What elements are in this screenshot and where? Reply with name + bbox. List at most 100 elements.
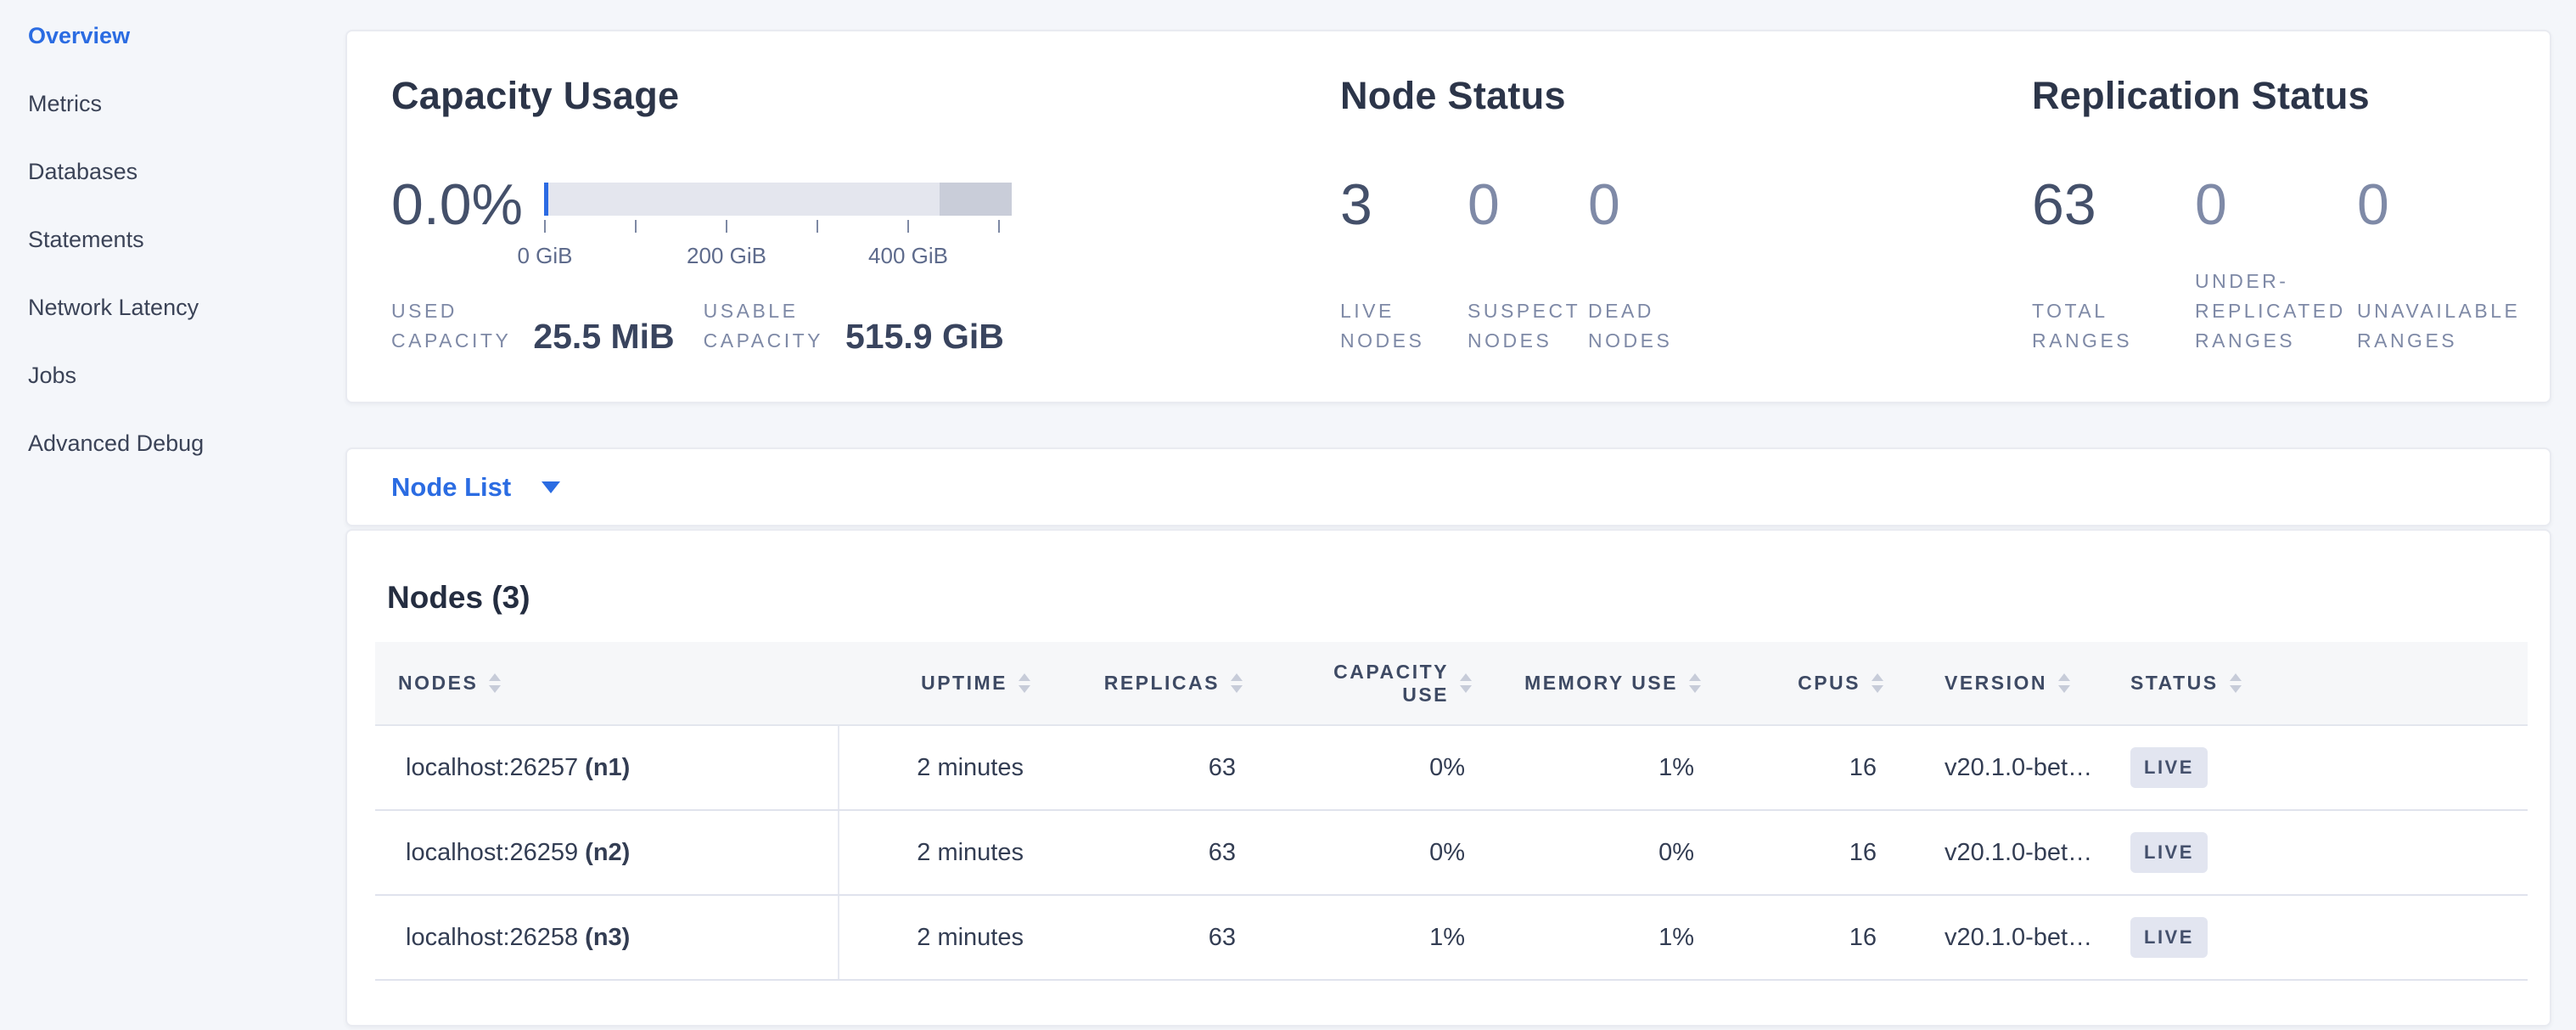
node-address: localhost:26259	[406, 839, 578, 867]
replication-status-stats: 63 TOTAL RANGES 0 UNDER- REPLICATED RANG…	[2032, 176, 2520, 356]
status-cell: LIVE	[2107, 747, 2528, 788]
memory-use-cell: 1%	[1496, 754, 1725, 782]
capacity-axis: 0 GiB 200 GiB 400 GiB	[544, 220, 1012, 288]
version-cell: v20.1.0-bet…	[1907, 754, 2107, 782]
axis-tick	[635, 220, 637, 233]
sort-icon	[1460, 673, 1472, 693]
suspect-nodes-label: SUSPECT NODES	[1468, 296, 1588, 356]
capacity-use-cell: 0%	[1266, 754, 1496, 782]
dead-nodes-label: DEAD NODES	[1588, 296, 1672, 356]
column-label: VERSION	[1945, 672, 2047, 695]
sidebar-item-overview[interactable]: Overview	[0, 2, 345, 70]
capacity-bar-reserved-segment	[940, 183, 1012, 216]
unavailable-ranges-stat: 0 UNAVAILABLE RANGES	[2357, 176, 2520, 356]
version-cell: v20.1.0-bet…	[1907, 924, 2107, 952]
node-list-dropdown[interactable]: Node List	[391, 472, 511, 503]
sidebar: Overview Metrics Databases Statements Ne…	[0, 0, 345, 1030]
node-address-cell[interactable]: localhost:26258 (n3)	[375, 896, 839, 979]
column-header-status[interactable]: STATUS	[2107, 672, 2528, 695]
cpus-cell: 16	[1725, 924, 1907, 952]
axis-tick	[998, 220, 1000, 233]
total-ranges-label: TOTAL RANGES	[2032, 296, 2195, 356]
uptime-cell: 2 minutes	[839, 839, 1054, 867]
chevron-down-icon[interactable]	[542, 481, 560, 493]
sidebar-item-databases[interactable]: Databases	[0, 138, 345, 205]
axis-tick	[544, 220, 546, 233]
replication-status-title: Replication Status	[2032, 74, 2370, 118]
column-header-replicas[interactable]: REPLICAS	[1054, 672, 1266, 695]
sort-icon	[489, 673, 501, 693]
column-header-nodes[interactable]: NODES	[375, 672, 839, 695]
usable-capacity-label: USABLE CAPACITY	[704, 296, 823, 356]
sort-icon	[2058, 673, 2070, 693]
cpus-cell: 16	[1725, 839, 1907, 867]
version-cell: v20.1.0-bet…	[1907, 839, 2107, 867]
nodes-table-header: NODES UPTIME REPLICAS CAPACITY USE MEMOR…	[375, 642, 2528, 726]
table-row-node-1[interactable]: localhost:26257 (n1) 2 minutes 63 0% 1% …	[375, 726, 2528, 811]
live-nodes-value: 3	[1340, 176, 1468, 234]
used-capacity-label: USED CAPACITY	[391, 296, 511, 356]
axis-tick	[907, 220, 909, 233]
table-row-node-3[interactable]: localhost:26258 (n3) 2 minutes 63 1% 1% …	[375, 896, 2528, 981]
used-capacity-value: 25.5 MiB	[533, 317, 674, 356]
replicas-cell: 63	[1054, 754, 1266, 782]
total-ranges-value: 63	[2032, 176, 2195, 234]
node-id: (n1)	[585, 754, 630, 782]
unavailable-ranges-value: 0	[2357, 176, 2520, 234]
column-header-cpus[interactable]: CPUS	[1725, 672, 1907, 695]
sidebar-item-statements[interactable]: Statements	[0, 205, 345, 273]
node-address-cell[interactable]: localhost:26257 (n1)	[375, 726, 839, 809]
total-ranges-stat: 63 TOTAL RANGES	[2032, 176, 2195, 356]
memory-use-cell: 0%	[1496, 839, 1725, 867]
sort-icon	[1689, 673, 1701, 693]
capacity-usage-bar	[544, 183, 1012, 216]
node-status-title: Node Status	[1340, 74, 1566, 118]
status-badge: LIVE	[2130, 747, 2208, 788]
node-address: localhost:26257	[406, 754, 578, 782]
nodes-table: NODES UPTIME REPLICAS CAPACITY USE MEMOR…	[375, 642, 2528, 981]
axis-tick	[726, 220, 727, 233]
column-header-uptime[interactable]: UPTIME	[839, 672, 1054, 695]
live-nodes-stat: 3 LIVE NODES	[1340, 176, 1468, 356]
nodes-count-title: Nodes (3)	[387, 580, 530, 616]
uptime-cell: 2 minutes	[839, 754, 1054, 782]
replicas-cell: 63	[1054, 924, 1266, 952]
memory-use-cell: 1%	[1496, 924, 1725, 952]
sidebar-item-metrics[interactable]: Metrics	[0, 70, 345, 138]
column-label: NODES	[398, 672, 478, 695]
status-badge: LIVE	[2130, 832, 2208, 873]
sidebar-item-network-latency[interactable]: Network Latency	[0, 273, 345, 341]
sidebar-item-jobs[interactable]: Jobs	[0, 341, 345, 409]
axis-tick-label: 0 GiB	[517, 243, 572, 269]
capacity-stats: USED CAPACITY 25.5 MiB USABLE CAPACITY 5…	[391, 296, 1004, 356]
capacity-usage-title: Capacity Usage	[391, 74, 679, 118]
column-label: UPTIME	[921, 672, 1007, 695]
suspect-nodes-stat: 0 SUSPECT NODES	[1468, 176, 1588, 356]
column-label: STATUS	[2130, 672, 2219, 695]
column-label: REPLICAS	[1104, 672, 1220, 695]
node-id: (n2)	[585, 839, 630, 867]
nodes-table-card: Nodes (3) NODES UPTIME REPLICAS CAPACITY…	[345, 529, 2551, 1027]
view-selector-card: Node List	[345, 447, 2551, 526]
axis-tick-label: 200 GiB	[687, 243, 766, 269]
column-header-capacity-use[interactable]: CAPACITY USE	[1266, 661, 1496, 706]
column-header-memory-use[interactable]: MEMORY USE	[1496, 672, 1725, 695]
axis-tick-label: 400 GiB	[868, 243, 948, 269]
status-cell: LIVE	[2107, 832, 2528, 873]
sidebar-item-advanced-debug[interactable]: Advanced Debug	[0, 409, 345, 477]
node-address: localhost:26258	[406, 924, 578, 952]
table-row-node-2[interactable]: localhost:26259 (n2) 2 minutes 63 0% 0% …	[375, 811, 2528, 896]
node-address-cell[interactable]: localhost:26259 (n2)	[375, 811, 839, 894]
suspect-nodes-value: 0	[1468, 176, 1588, 234]
status-cell: LIVE	[2107, 917, 2528, 958]
cluster-summary-card: Capacity Usage 0.0% 0 GiB 200 GiB 400 Gi…	[345, 30, 2551, 403]
under-replicated-value: 0	[2195, 176, 2357, 234]
sort-icon	[2230, 673, 2242, 693]
uptime-cell: 2 minutes	[839, 924, 1054, 952]
column-header-version[interactable]: VERSION	[1907, 672, 2107, 695]
column-label: CAPACITY USE	[1333, 661, 1449, 706]
axis-tick	[817, 220, 818, 233]
capacity-used-percent: 0.0%	[391, 176, 523, 234]
under-replicated-label: UNDER- REPLICATED RANGES	[2195, 267, 2357, 356]
dead-nodes-value: 0	[1588, 176, 1672, 234]
